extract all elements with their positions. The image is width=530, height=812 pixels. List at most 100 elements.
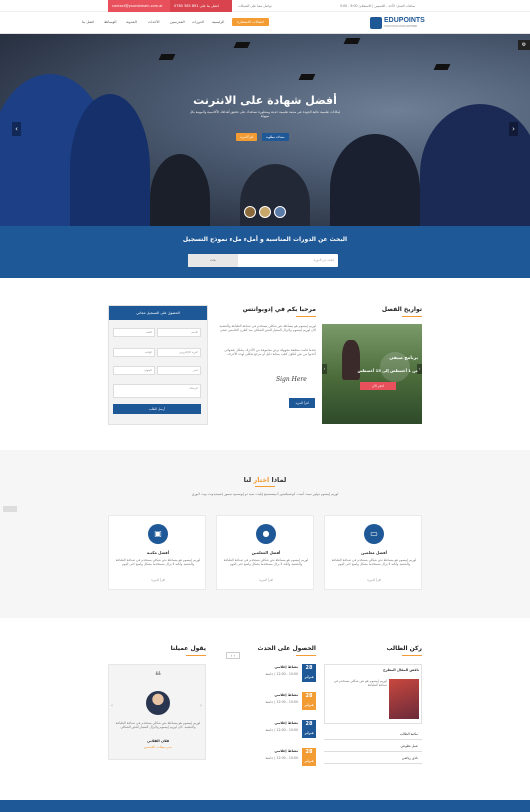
- social-text: تواصل معنا على الشبكات: [238, 3, 272, 8]
- welcome-read-more-button[interactable]: اقرأ المزيد: [289, 398, 315, 408]
- event-day: 28: [305, 693, 313, 699]
- address-field[interactable]: العنوان: [113, 366, 155, 375]
- search-submit-button[interactable]: بحث: [188, 254, 238, 267]
- email-field[interactable]: البريد الإلكتروني: [157, 348, 201, 357]
- title-underline: [186, 655, 206, 656]
- email-link[interactable]: contact@yourdomain.com.ar: [108, 0, 170, 12]
- student-item[interactable]: مكتبة الطالب: [324, 728, 422, 740]
- phone-link[interactable]: 0780 365 891 اتصل بنا على: [170, 0, 232, 12]
- hero-slider: أفضل شهادة على الانترنت إمكانات تعليمية …: [0, 34, 530, 226]
- nav-contact[interactable]: اتصل بنا: [82, 20, 94, 24]
- why-card-link[interactable]: اقرأ المزيد: [325, 578, 423, 582]
- why-card-text: لوريم إيبسوم هو ببساطة نص شكلي يستخدم في…: [331, 558, 417, 567]
- event-item[interactable]: 28 فبراير نشاط إعلامي 10:00 - 12:00 | جام…: [226, 748, 316, 776]
- event-meta: 10:00 - 12:00 | جامعة: [265, 756, 298, 760]
- nav-courses[interactable]: الدورات: [192, 20, 204, 24]
- welcome-paragraph-2: عندما قامت مطبعة مجهولة برص مجموعة من ال…: [224, 348, 316, 357]
- event-day: 28: [305, 665, 313, 671]
- graduate-figure: [150, 154, 210, 226]
- event-title: نشاط إعلامي: [274, 693, 298, 697]
- semester-card[interactable]: برنامج صيفي من 1 أغسطس إلى 15 أغسطس احجز…: [322, 324, 422, 424]
- registration-form: الحصول على التسجيل مجاني الاسم اللقب الب…: [108, 305, 208, 425]
- event-day: 28: [305, 749, 313, 755]
- quote-icon: ❝: [154, 669, 162, 683]
- welcome-title: مرحبا بكم في إدوبوانتس: [242, 306, 316, 313]
- student-featured-panel[interactable]: ناقش المقال المطرح لوريم إيبسوم هو نص شك…: [324, 664, 422, 724]
- event-item[interactable]: 28 فبراير نشاط إعلامي 10:00 - 12:00 | جام…: [226, 720, 316, 748]
- select-field[interactable]: اختر: [157, 366, 201, 375]
- testimonial-quote: لوريم إيبسوم هو ببساطة نص شكلي يستخدم في…: [115, 721, 201, 730]
- phone-field[interactable]: الهاتف: [113, 348, 155, 357]
- form-submit-button[interactable]: أرسل الطلب: [113, 404, 201, 414]
- testimonial-next-icon[interactable]: ›: [200, 703, 202, 709]
- why-card-library[interactable]: ▣ أفضل مكتبة لوريم إيبسوم هو ببساطة نص ش…: [108, 515, 206, 590]
- why-title: لماذا اختار لنا: [215, 476, 315, 484]
- settings-gear-icon[interactable]: ⚙: [518, 40, 530, 50]
- slider-next-icon[interactable]: ›: [509, 122, 518, 136]
- semester-next-icon[interactable]: ›: [417, 364, 422, 374]
- event-item[interactable]: 28 فبراير نشاط إعلامي 10:00 - 12:00 | جام…: [226, 692, 316, 720]
- hero-read-more-button[interactable]: اقرأ المزيد: [236, 133, 258, 141]
- search-input[interactable]: ابحث عن الدورة: [240, 254, 334, 267]
- logo-icon[interactable]: [370, 17, 382, 29]
- student-title: ركن الطالب: [386, 645, 422, 652]
- events-pager-icon[interactable]: ‹ ›: [226, 652, 240, 659]
- cap-icon: [433, 64, 451, 70]
- semester-card-date: من 1 أغسطس إلى 15 أغسطس: [357, 368, 418, 373]
- slide-thumb[interactable]: [274, 206, 286, 218]
- nav-teachers[interactable]: المدرسين: [170, 20, 185, 24]
- nav-home[interactable]: الرئيسية: [212, 20, 224, 24]
- testimonial-card: ❝ لوريم إيبسوم هو ببساطة نص شكلي يستخدم …: [108, 664, 206, 760]
- testimonial-role: مدير مبيعات، الخمسين: [143, 745, 173, 749]
- why-text: لوريم إيبسوم دولور سيت أميت، كونسيكتيتور…: [191, 492, 339, 496]
- hero-secondary-button[interactable]: مساحة مطلوبة: [262, 133, 289, 141]
- last-name-field[interactable]: اللقب: [113, 328, 155, 337]
- why-title-part-b: اختار: [253, 476, 270, 484]
- title-underline: [402, 316, 422, 317]
- graduate-figure: [70, 94, 150, 226]
- why-card-text: لوريم إيبسوم هو ببساطة نص شكلي يستخدم في…: [223, 558, 309, 567]
- register-button[interactable]: اتصالات الاستمارة: [232, 18, 269, 26]
- hero-title: أفضل شهادة على الانترنت: [193, 94, 337, 107]
- testimonial-title: يقول عميلنا: [170, 645, 206, 652]
- user-icon: ●: [256, 524, 276, 544]
- why-title-part-a: لماذا: [269, 476, 287, 484]
- event-title: نشاط إعلامي: [274, 665, 298, 669]
- why-card-staff[interactable]: ● أفضل المعلمين لوريم إيبسوم هو ببساطة ن…: [216, 515, 314, 590]
- testimonial-name: فلان الفلاني: [146, 739, 170, 743]
- search-band: [0, 226, 530, 278]
- search-title: البحث عن الدورات المناسبة و أملء ملء نمو…: [182, 236, 348, 243]
- slider-prev-icon[interactable]: ‹: [12, 122, 21, 136]
- slide-thumb[interactable]: [259, 206, 271, 218]
- student-item[interactable]: نادي رياضي: [324, 752, 422, 764]
- semester-prev-icon[interactable]: ‹: [322, 364, 327, 374]
- slide-thumb[interactable]: [244, 206, 256, 218]
- cap-icon: [158, 54, 176, 60]
- why-card-link[interactable]: اقرأ المزيد: [217, 578, 315, 582]
- cap-icon: [343, 38, 361, 44]
- event-date: 28 فبراير: [302, 664, 316, 682]
- student-featured-title: ناقش المقال المطرح: [383, 668, 419, 672]
- why-card-teachers[interactable]: ▭ أفضل معلمين لوريم إيبسوم هو ببساطة نص …: [324, 515, 422, 590]
- nav-media[interactable]: الوسائط: [104, 20, 116, 24]
- event-month: فبراير: [304, 759, 314, 763]
- nav-blog[interactable]: المدونة: [126, 20, 137, 24]
- side-tab[interactable]: [3, 506, 17, 512]
- events-title: الحصول على الحدث: [257, 645, 316, 652]
- why-card-link[interactable]: اقرأ المزيد: [109, 578, 207, 582]
- event-date: 28 فبراير: [302, 748, 316, 766]
- logo-text[interactable]: EDUPOINTS: [384, 17, 425, 24]
- message-field[interactable]: الرسالة: [113, 384, 201, 398]
- why-card-title: أفضل معلمين: [361, 550, 387, 555]
- cap-icon: [298, 74, 316, 80]
- testimonial-prev-icon[interactable]: ‹: [111, 703, 113, 709]
- semester-title: تواريخ الفصل: [381, 306, 422, 313]
- event-date: 28 فبراير: [302, 720, 316, 738]
- first-name-field[interactable]: الاسم: [157, 328, 201, 337]
- event-item[interactable]: 28 فبراير نشاط إعلامي 10:00 - 12:00 | جام…: [226, 664, 316, 692]
- semester-book-button[interactable]: احجز الآن: [360, 382, 396, 390]
- student-item[interactable]: عمل تطوعي: [324, 740, 422, 752]
- nav-events[interactable]: الأحداث: [148, 20, 160, 24]
- event-date: 28 فبراير: [302, 692, 316, 710]
- event-title: نشاط إعلامي: [274, 749, 298, 753]
